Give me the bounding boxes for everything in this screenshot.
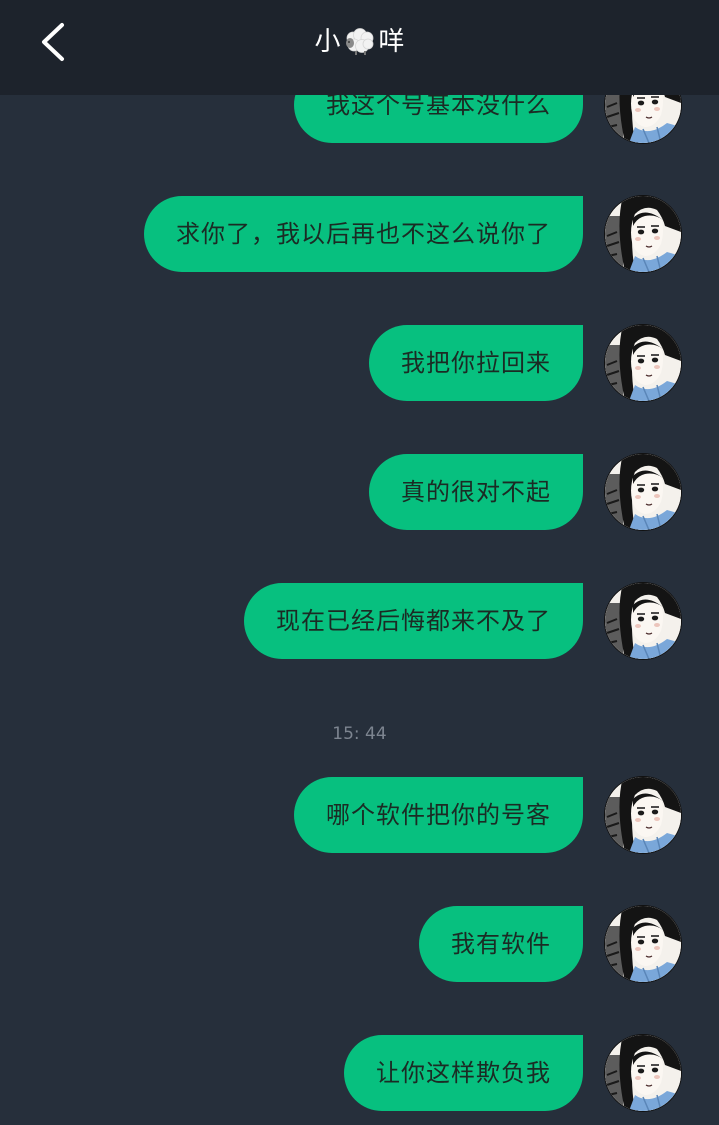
message-bubble[interactable]: 让你这样欺负我 (344, 1035, 583, 1111)
profile-picture-icon (605, 777, 681, 853)
profile-picture-icon (605, 906, 681, 982)
message-bubble[interactable]: 哪个软件把你的号客 (294, 777, 583, 853)
title-prefix: 小 (314, 27, 341, 57)
profile-picture-icon (605, 454, 681, 530)
profile-picture-icon (605, 583, 681, 659)
profile-picture-icon (605, 325, 681, 401)
page-title: 小 咩 (0, 24, 719, 60)
message-bubble[interactable]: 我把你拉回来 (369, 325, 583, 401)
avatar[interactable] (605, 454, 681, 530)
title-suffix: 咩 (378, 27, 405, 57)
avatar[interactable] (605, 777, 681, 853)
message-bubble[interactable]: 求你了，我以后再也不这么说你了 (144, 196, 583, 272)
message-bubble[interactable]: 我有软件 (419, 906, 583, 982)
profile-picture-icon (605, 1035, 681, 1111)
profile-picture-icon (605, 196, 681, 272)
header-bar: 小 咩 (0, 0, 719, 95)
avatar[interactable] (605, 906, 681, 982)
chat-area[interactable]: 我这个号基本没什么 求你了，我以后再也不这么说你了 我把你拉回来 真的很对不起 … (0, 0, 719, 1125)
avatar[interactable] (605, 583, 681, 659)
timestamp: 15: 44 (332, 724, 387, 744)
avatar[interactable] (605, 196, 681, 272)
message-bubble[interactable]: 现在已经后悔都来不及了 (244, 583, 583, 659)
avatar[interactable] (605, 1035, 681, 1111)
avatar[interactable] (605, 325, 681, 401)
message-bubble[interactable]: 真的很对不起 (369, 454, 583, 530)
sheep-icon (343, 26, 377, 56)
